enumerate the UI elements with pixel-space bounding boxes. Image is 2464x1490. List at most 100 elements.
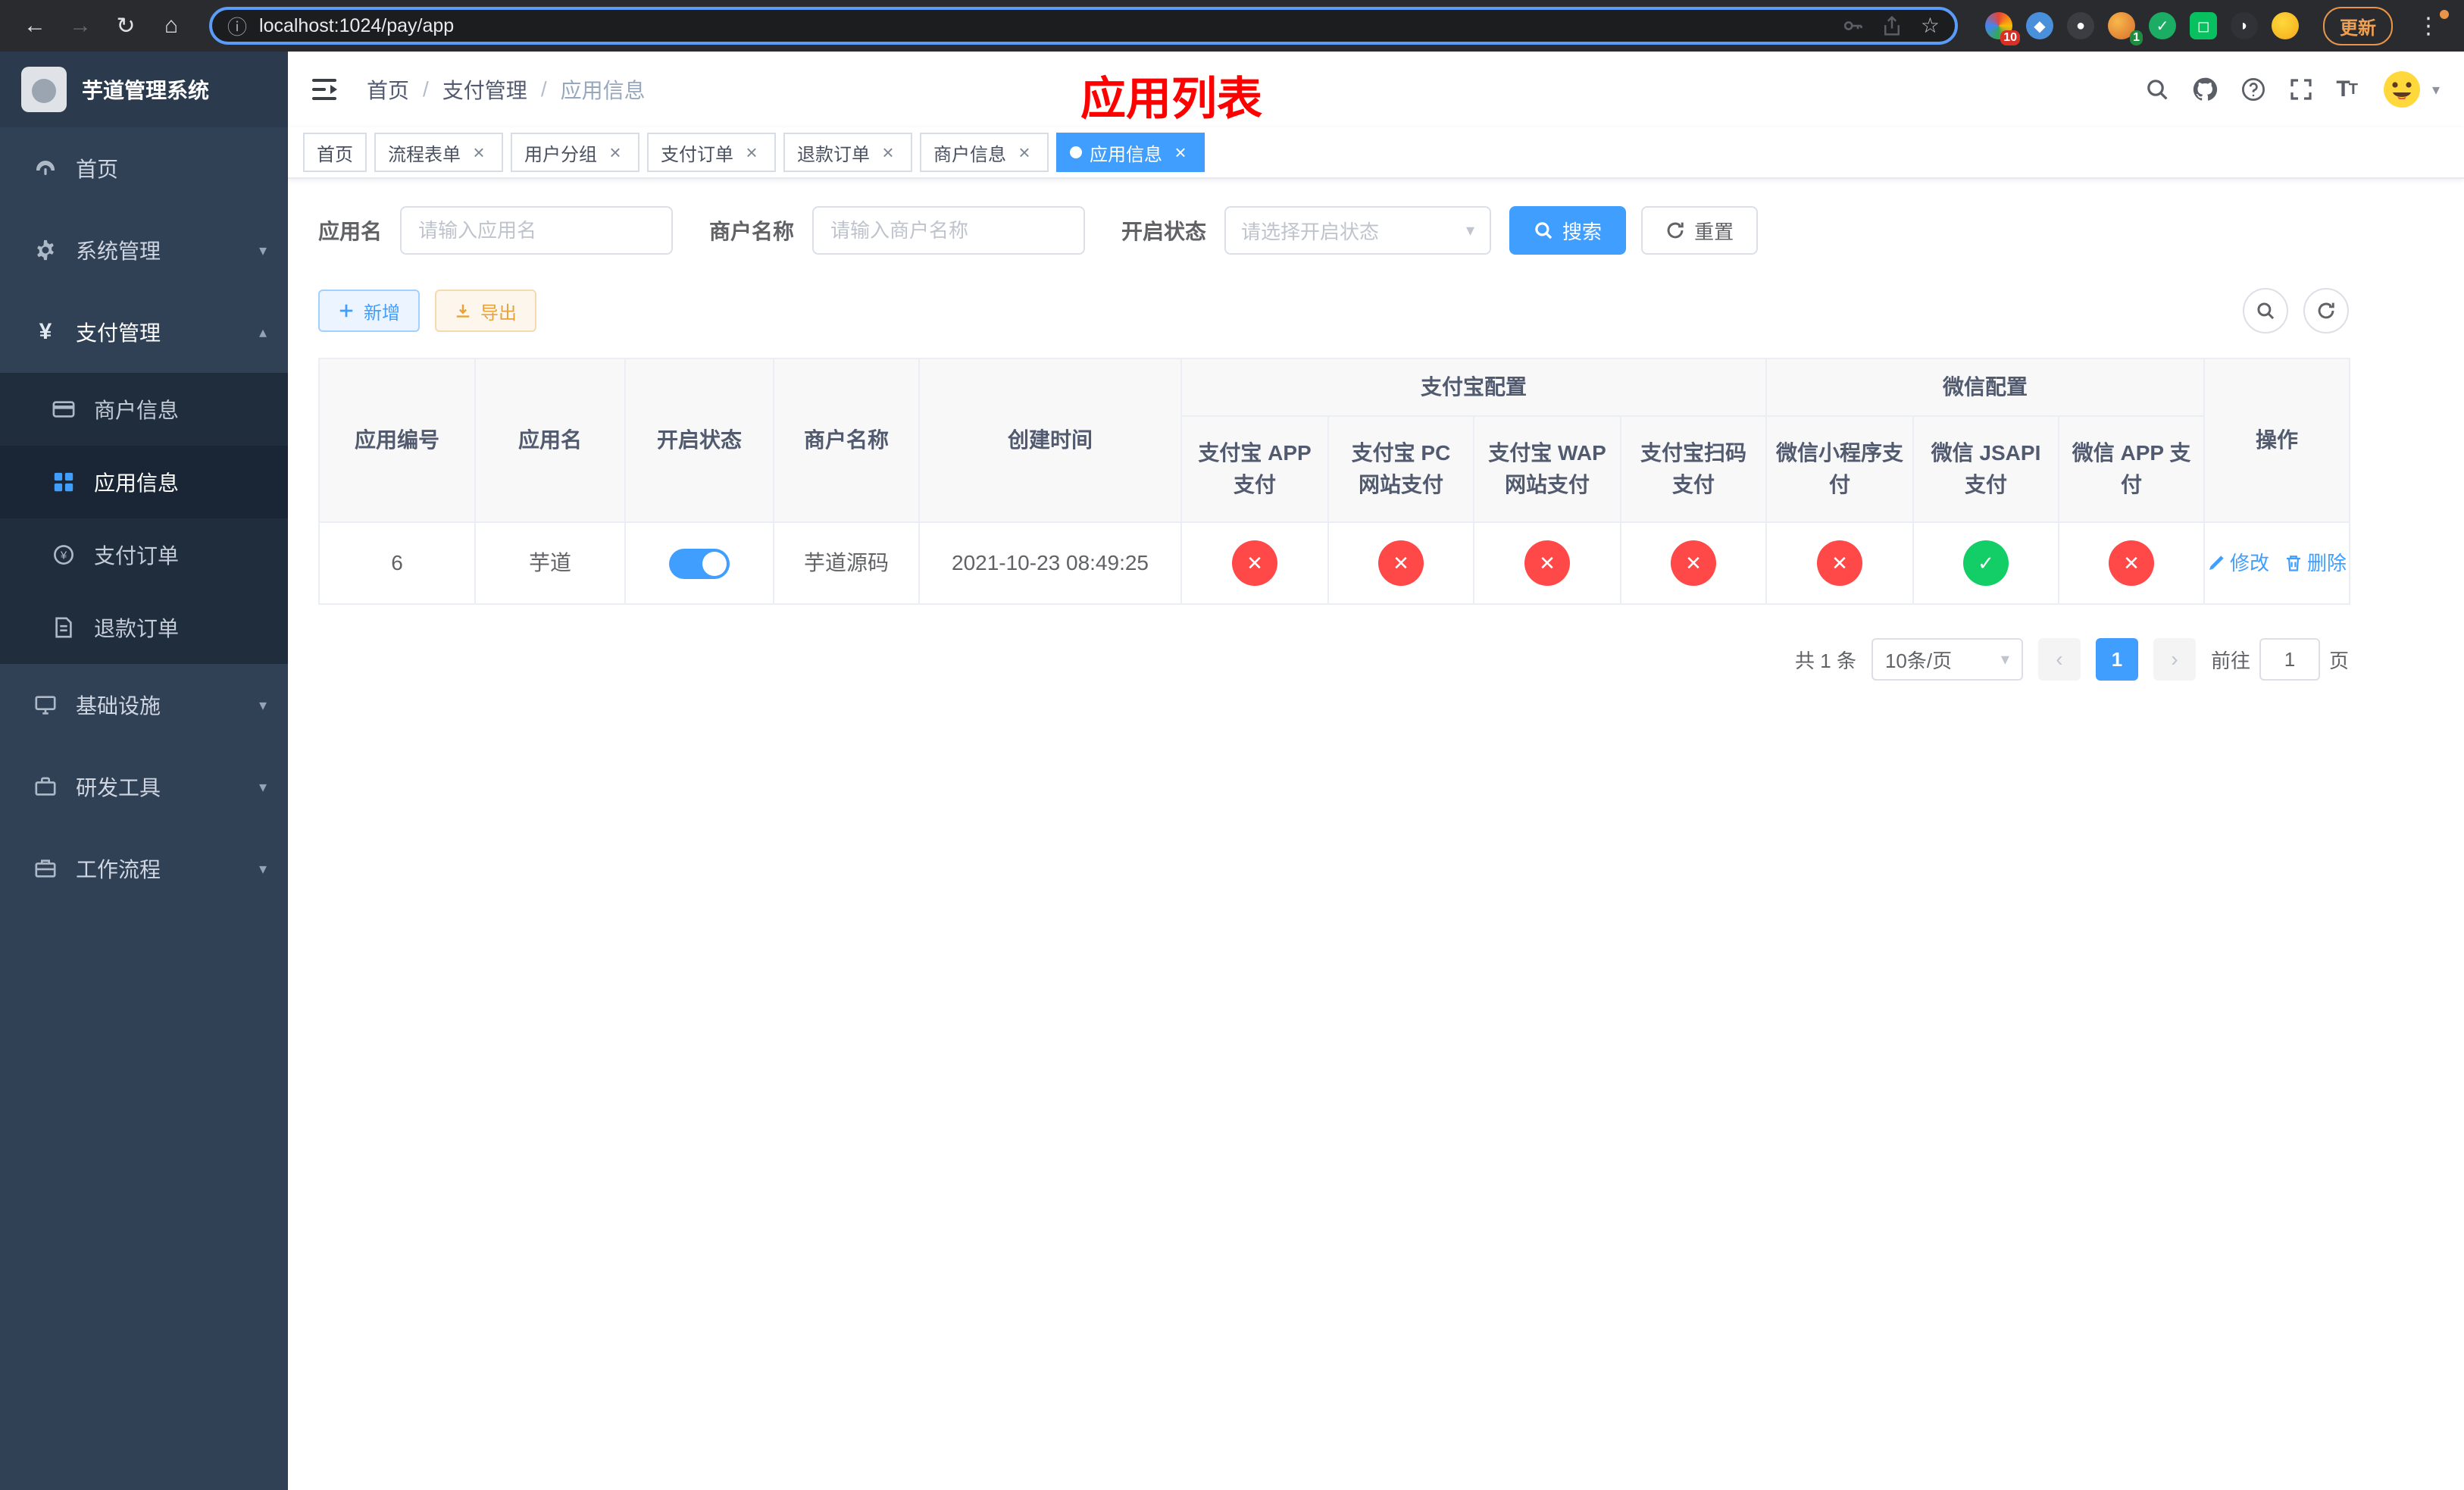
status-select[interactable]: 请选择开启状态 ▾ — [1224, 206, 1492, 255]
fullscreen-icon[interactable] — [2289, 77, 2313, 102]
col-header-wx-mini: 微信小程序支付 — [1765, 415, 1915, 523]
goto-unit: 页 — [2328, 649, 2349, 672]
tabs-bar: 首页 流程表单 × 用户分组 × 支付订单 × 退款订单 × 商户信息 × 应用信息 × — [288, 127, 2464, 179]
add-button[interactable]: 新增 — [318, 290, 420, 332]
sidebar-item-refund-orders[interactable]: 退款订单 — [0, 591, 288, 664]
tab-process-form[interactable]: 流程表单 × — [374, 133, 503, 172]
browser-menu-icon[interactable]: ⋮ — [2408, 9, 2449, 39]
close-icon[interactable]: × — [1170, 142, 1191, 163]
delete-link[interactable]: 删除 — [2284, 549, 2347, 578]
table-row: 6 芋道 芋道源码 2021-10-23 08:49:25 ✕ ✕ ✕ ✕ ✕ … — [318, 521, 2351, 605]
bookmark-star-icon[interactable]: ☆ — [1921, 15, 1940, 36]
screen: ← → ↻ ⌂ ⓘ localhost:1024/pay/app ☆ 10 ◆ … — [0, 0, 2464, 1490]
sidebar-item-label: 研发工具 — [76, 776, 161, 800]
goto-page-input[interactable] — [2259, 638, 2320, 681]
top-navbar: 首页 / 支付管理 / 应用信息 T T ▾ — [288, 52, 2464, 127]
merchant-name-input[interactable] — [812, 206, 1086, 255]
sidebar-item-merchant-info[interactable]: 商户信息 — [0, 373, 288, 446]
tab-refund-orders[interactable]: 退款订单 × — [783, 133, 912, 172]
search-icon[interactable] — [2145, 77, 2169, 102]
extension-icon-7[interactable]: ◗ — [2231, 12, 2258, 39]
close-icon[interactable]: × — [877, 142, 899, 163]
extension-icon-5[interactable]: ✓ — [2149, 12, 2176, 39]
status-toggle[interactable] — [669, 549, 730, 580]
sidebar-item-app-info[interactable]: 应用信息 — [0, 446, 288, 518]
prev-page-button[interactable]: ‹ — [2037, 638, 2081, 681]
font-size-icon[interactable]: TT — [2336, 77, 2358, 102]
tab-app-info[interactable]: 应用信息 × — [1056, 133, 1205, 172]
extension-icon-6[interactable]: ◻ — [2190, 12, 2217, 39]
user-menu[interactable]: ▾ — [2378, 67, 2440, 112]
password-key-icon[interactable] — [1842, 15, 1863, 36]
tab-user-group[interactable]: 用户分组 × — [511, 133, 639, 172]
group-header-wechat: 微信配置 — [1765, 358, 2206, 417]
cell-id: 6 — [318, 521, 476, 605]
browser-reload-icon[interactable]: ↻ — [106, 6, 145, 45]
sidebar-item-label: 应用信息 — [94, 471, 180, 495]
close-icon[interactable]: × — [1014, 142, 1035, 163]
edit-link[interactable]: 修改 — [2207, 549, 2269, 578]
sidebar-item-dev-tools[interactable]: 研发工具 ▾ — [0, 746, 288, 828]
refresh-icon[interactable] — [2303, 288, 2349, 333]
goto-label: 前往 — [2210, 649, 2250, 672]
page-size-select[interactable]: 10条/页 ▾ — [1871, 638, 2023, 681]
sidebar-item-workflow[interactable]: 工作流程 ▾ — [0, 828, 288, 909]
sidebar-item-system[interactable]: 系统管理 ▾ — [0, 209, 288, 291]
browser-back-icon[interactable]: ← — [15, 6, 55, 45]
close-icon[interactable]: × — [468, 142, 489, 163]
export-button[interactable]: 导出 — [435, 290, 536, 332]
app-table: 应用编号 应用名 开启状态 商户名称 创建时间 支付宝配置 微信配置 操作 支付… — [318, 358, 2351, 605]
sidebar-logo[interactable]: 芋道管理系统 — [0, 52, 288, 127]
tab-merchant-info[interactable]: 商户信息 × — [920, 133, 1049, 172]
extension-icon-2[interactable]: ◆ — [2026, 12, 2053, 39]
browser-forward-icon[interactable]: → — [61, 6, 100, 45]
browser-home-icon[interactable]: ⌂ — [152, 6, 191, 45]
breadcrumb-payment[interactable]: 支付管理 — [442, 74, 527, 105]
extension-icon-1[interactable]: 10 — [1985, 12, 2020, 45]
app-name-input[interactable] — [400, 206, 674, 255]
sidebar-menu: 首页 系统管理 ▾ ¥ 支付管理 ▴ 商户信息 应用信息 ¥ 支付订单 退款订单… — [0, 127, 288, 1490]
search-button[interactable]: 搜索 — [1509, 206, 1627, 255]
sidebar-item-label: 系统管理 — [76, 239, 161, 263]
browser-address-bar[interactable]: ⓘ localhost:1024/pay/app ☆ — [209, 7, 1958, 45]
tab-pay-orders[interactable]: 支付订单 × — [647, 133, 776, 172]
group-header-alipay: 支付宝配置 — [1180, 358, 1768, 417]
next-page-button[interactable]: › — [2153, 638, 2196, 681]
help-icon[interactable] — [2240, 77, 2266, 102]
close-icon[interactable]: × — [741, 142, 762, 163]
sidebar-item-home[interactable]: 首页 — [0, 127, 288, 209]
close-icon[interactable]: × — [605, 142, 626, 163]
url-text: localhost:1024/pay/app — [259, 14, 455, 36]
col-header-alipay-pc: 支付宝 PC 网站支付 — [1327, 415, 1474, 523]
sidebar-item-payment[interactable]: ¥ 支付管理 ▴ — [0, 291, 288, 373]
extension-area: 10 ◆ ● 1 ✓ ◻ ◗ — [1985, 12, 2299, 45]
page-number-button[interactable]: 1 — [2095, 638, 2138, 681]
sidebar-collapse-icon[interactable] — [312, 77, 339, 102]
extension-icon-4[interactable]: 1 — [2108, 12, 2143, 45]
extension-badge-2: 1 — [2130, 30, 2143, 45]
tab-home[interactable]: 首页 — [303, 133, 367, 172]
user-avatar — [2378, 67, 2425, 112]
site-info-icon[interactable]: ⓘ — [227, 12, 247, 40]
extension-icon-8[interactable] — [2272, 12, 2299, 39]
toolbox-icon — [30, 775, 61, 798]
sidebar-item-label: 商户信息 — [94, 399, 180, 422]
reset-button[interactable]: 重置 — [1641, 206, 1759, 255]
alipay-app-status-icon — [1232, 540, 1277, 586]
page-content: 应用名 商户名称 开启状态 请选择开启状态 ▾ 搜索 重置 — [288, 179, 2464, 1490]
extension-icon-3[interactable]: ● — [2067, 12, 2094, 39]
breadcrumb-home[interactable]: 首页 — [367, 74, 409, 105]
share-icon[interactable] — [1881, 15, 1903, 36]
sidebar-item-infra[interactable]: 基础设施 ▾ — [0, 664, 288, 746]
browser-update-button[interactable]: 更新 — [2323, 6, 2393, 45]
github-icon[interactable] — [2192, 77, 2218, 102]
grid-icon — [48, 471, 79, 493]
filter-bar: 应用名 商户名称 开启状态 请选择开启状态 ▾ 搜索 重置 — [318, 206, 2434, 255]
navbar-actions: TT ▾ — [2145, 67, 2440, 112]
cell-created: 2021-10-23 08:49:25 — [918, 521, 1182, 605]
col-header-alipay-qr: 支付宝扫码支付 — [1619, 415, 1768, 523]
breadcrumb: 首页 / 支付管理 / 应用信息 — [367, 74, 646, 105]
toggle-search-icon[interactable] — [2243, 288, 2288, 333]
sidebar-item-pay-orders[interactable]: ¥ 支付订单 — [0, 518, 288, 591]
main-area: 应用列表 首页 / 支付管理 / 应用信息 T T ▾ 首页 流程表单 × 用户… — [288, 52, 2464, 1490]
